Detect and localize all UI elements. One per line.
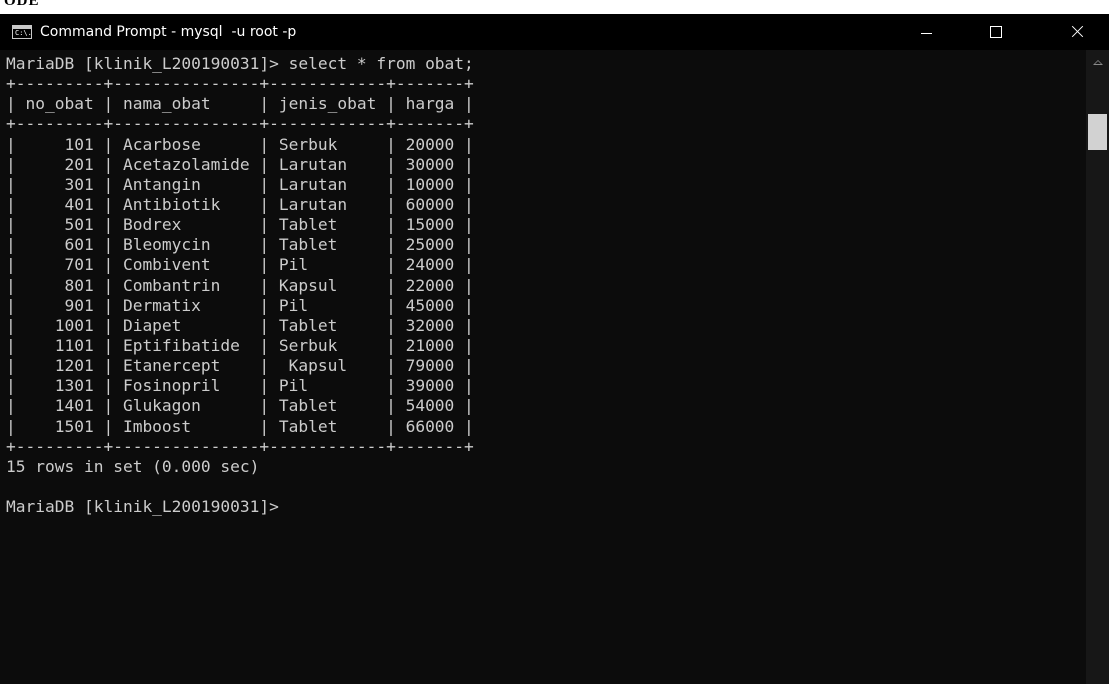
console-app-icon[interactable]: C:\. [12, 25, 32, 39]
console-line: +---------+---------------+------------+… [6, 114, 474, 134]
window-title: Command Prompt - mysql -u root -p [40, 24, 297, 40]
console-line: | no_obat | nama_obat | jenis_obat | har… [6, 94, 474, 114]
document-fragment-text: ODE [4, 0, 40, 9]
console-line: | 1201 | Etanercept | Kapsul | 79000 | [6, 356, 474, 376]
console-line: | 1001 | Diapet | Tablet | 32000 | [6, 315, 474, 335]
console-line: | 701 | Combivent | Pil | 24000 | [6, 255, 474, 275]
console-line: +---------+---------------+------------+… [6, 74, 474, 94]
console-line: | 101 | Acarbose | Serbuk | 20000 | [6, 134, 474, 154]
document-fragment: ODE [0, 0, 1109, 14]
minimize-button[interactable] [903, 14, 949, 50]
console-line: MariaDB [klinik_L200190031]> select * fr… [6, 54, 474, 73]
minimize-icon [921, 33, 932, 34]
maximize-button[interactable] [972, 14, 1018, 50]
scrollbar-thumb[interactable] [1088, 114, 1107, 150]
app-icon-glyph: C:\. [15, 29, 32, 37]
console-line: | 1501 | Imboost | Tablet | 66000 | [6, 416, 474, 436]
console-line: | 1401 | Glukagon | Tablet | 54000 | [6, 396, 474, 416]
console-line: | 401 | Antibiotik | Larutan | 60000 | [6, 194, 474, 214]
console-line: | 901 | Dermatix | Pil | 45000 | [6, 295, 474, 315]
console-line: 15 rows in set (0.000 sec) [6, 456, 260, 476]
console-line: | 1301 | Fosinopril | Pil | 39000 | [6, 376, 474, 396]
vertical-scrollbar[interactable] [1086, 50, 1109, 684]
console-output[interactable]: MariaDB [klinik_L200190031]> select * fr… [6, 54, 1081, 684]
title-bar[interactable]: C:\. Command Prompt - mysql -u root -p [0, 14, 1109, 50]
console-line: | 801 | Combantrin | Kapsul | 22000 | [6, 275, 474, 295]
command-prompt-window[interactable]: C:\. Command Prompt - mysql -u root -p M… [0, 14, 1109, 684]
maximize-icon [990, 26, 1002, 38]
console-line: +---------+---------------+------------+… [6, 436, 474, 456]
console-line: MariaDB [klinik_L200190031]> [6, 497, 279, 517]
console-line: | 201 | Acetazolamide | Larutan | 30000 … [6, 154, 474, 174]
close-button[interactable] [1054, 14, 1100, 50]
console-line: | 1101 | Eptifibatide | Serbuk | 21000 | [6, 335, 474, 355]
console-line: | 601 | Bleomycin | Tablet | 25000 | [6, 235, 474, 255]
scroll-up-arrow-icon[interactable] [1093, 60, 1103, 65]
console-line: | 301 | Antangin | Larutan | 10000 | [6, 174, 474, 194]
console-line: | 501 | Bodrex | Tablet | 15000 | [6, 215, 474, 235]
